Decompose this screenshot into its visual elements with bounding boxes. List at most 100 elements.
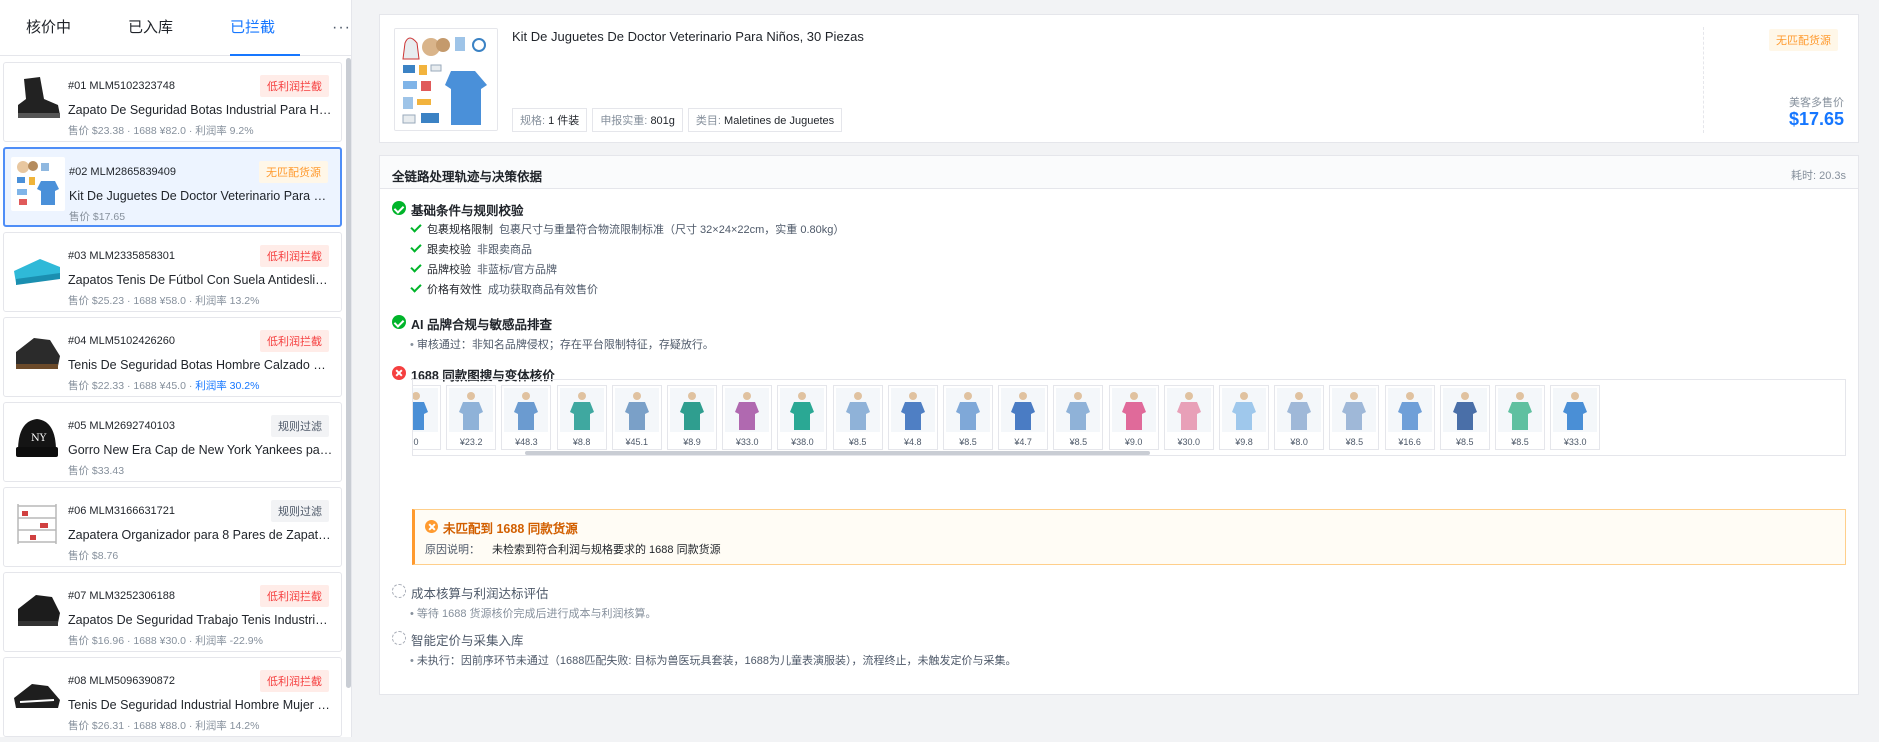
item-id: #07 MLM3252306188 — [68, 590, 176, 602]
candidate-item[interactable]: ¥23.2 — [446, 385, 497, 450]
status-badge: 低利润拦截 — [260, 75, 329, 97]
check-item: 价格有效性 成功获取商品有效售价 — [410, 281, 844, 301]
list-item[interactable]: #03 MLM2335858301 低利润拦截 Zapatos Tenis De… — [3, 232, 342, 312]
status-badge: 规则过滤 — [271, 415, 329, 437]
divider — [1703, 27, 1704, 133]
list-item[interactable]: #08 MLM5096390872 低利润拦截 Tenis De Segurid… — [3, 657, 342, 737]
candidate-image — [1553, 388, 1598, 432]
candidate-image — [1056, 388, 1101, 432]
item-meta: 售价 $33.43 — [68, 465, 125, 477]
candidate-price: ¥8.5 — [848, 437, 867, 447]
candidate-item[interactable]: ¥4.7 — [998, 385, 1049, 450]
candidate-item[interactable]: ¥16.6 — [1384, 385, 1435, 450]
candidate-image — [1001, 388, 1046, 432]
candidate-item[interactable]: ¥8.5 — [1495, 385, 1545, 450]
list-item[interactable]: #07 MLM3252306188 低利润拦截 Zapatos De Segur… — [3, 572, 342, 652]
item-meta: 售价 $8.76 — [68, 550, 119, 562]
candidate-strip[interactable]: 0 ¥23.2 ¥48.3 ¥8.8 ¥45.1 ¥8.9 ¥33.0 ¥38.0 ¥8.5 ¥4… — [412, 379, 1846, 456]
item-title: Gorro New Era Cap de New York Yankees pa… — [68, 443, 333, 457]
item-title: Zapatera Organizador para 8 Pares de Zap… — [68, 528, 333, 542]
candidate-item[interactable]: ¥8.5 — [1439, 385, 1490, 450]
candidate-image — [614, 388, 659, 432]
candidate-image — [449, 388, 494, 432]
step-note: 未执行：因前序环节未通过（1688匹配失败: 目标为兽医玩具套装，1688为儿童… — [410, 652, 1017, 668]
product-thumbnail — [10, 496, 64, 550]
step-title: AI 品牌合规与敏感品排查 — [411, 318, 552, 332]
candidate-item[interactable]: ¥8.5 — [832, 385, 883, 450]
check-circle-icon — [392, 201, 406, 215]
status-badge: 无匹配货源 — [1769, 29, 1838, 51]
svg-text:NY: NY — [31, 433, 47, 444]
list-item-selected[interactable]: #02 MLM2865839409 无匹配货源 Kit De Juguetes … — [3, 147, 342, 227]
no-match-alert: 未匹配到 1688 同款货源 原因说明： 未检索到符合利润与规格要求的 1688 … — [412, 509, 1846, 565]
check-item: 跟卖校验 非跟卖商品 — [410, 241, 844, 261]
candidate-price: ¥8.5 — [1511, 437, 1529, 447]
candidate-item[interactable]: ¥33.0 — [722, 385, 773, 450]
item-id: #01 MLM5102323748 — [68, 80, 176, 92]
more-tabs-icon[interactable]: ··· — [332, 19, 351, 37]
candidate-price: ¥8.9 — [683, 437, 701, 447]
warning-icon — [425, 520, 438, 533]
item-meta: 售价 $23.38 · 1688 ¥82.0 · 利润率 9.2% — [68, 125, 254, 137]
candidate-item[interactable]: ¥48.3 — [501, 385, 552, 450]
item-id: #02 MLM2865839409 — [69, 166, 177, 178]
status-badge: 低利润拦截 — [260, 585, 329, 607]
candidate-item[interactable]: ¥9.8 — [1219, 385, 1269, 450]
status-badge: 规则过滤 — [271, 500, 329, 522]
tab-stored[interactable]: 已入库 (16) — [128, 0, 198, 92]
candidate-item[interactable]: 0 — [413, 385, 441, 450]
candidate-item[interactable]: ¥8.5 — [1053, 385, 1104, 450]
spec-chip: 规格: 1 件装 — [512, 108, 588, 132]
candidate-item[interactable]: ¥33.0 — [1550, 385, 1601, 450]
candidate-image — [946, 388, 990, 432]
candidate-item[interactable]: ¥9.0 — [1108, 385, 1159, 450]
list-item[interactable]: NY #05 MLM2692740103 规则过滤 Gorro New Era … — [3, 402, 342, 482]
candidate-image — [780, 388, 825, 432]
strip-scrollbar[interactable] — [525, 451, 1150, 455]
product-list: #01 MLM5102323748 低利润拦截 Zapato De Seguri… — [0, 60, 344, 742]
tab-pricing[interactable]: 核价中 (12) — [26, 0, 96, 92]
candidate-item[interactable]: ¥8.8 — [556, 385, 607, 450]
left-panel: 核价中 (12) 已入库 (16) 已拦截 (66) ··· #01 MLM51… — [0, 0, 352, 737]
weight-chip: 申报实重: 801g — [592, 108, 683, 132]
list-item[interactable]: #01 MLM5102323748 低利润拦截 Zapato De Seguri… — [3, 62, 342, 142]
candidate-item[interactable]: ¥38.0 — [777, 385, 828, 450]
candidate-image — [1222, 388, 1266, 432]
item-meta: 售价 $25.23 · 1688 ¥58.0 · 利润率 13.2% — [68, 295, 260, 307]
tab-blocked[interactable]: 已拦截 (66) — [230, 0, 300, 92]
step-note: 审核通过：非知名品牌侵权；存在平台限制特征，存疑放行。 — [410, 336, 714, 352]
item-id: #05 MLM2692740103 — [68, 420, 176, 432]
detail-panel: Kit De Juguetes De Doctor Veterinario Pa… — [366, 0, 1879, 737]
candidate-image — [1498, 388, 1542, 432]
candidate-image — [1442, 388, 1487, 432]
list-scrollbar[interactable] — [346, 58, 351, 688]
item-id: #06 MLM3166631721 — [68, 505, 176, 517]
candidate-item[interactable]: ¥8.0 — [1274, 385, 1325, 450]
candidate-item[interactable]: ¥8.5 — [1329, 385, 1380, 450]
list-item[interactable]: #06 MLM3166631721 规则过滤 Zapatera Organiza… — [3, 487, 342, 567]
candidate-item[interactable]: ¥8.5 — [943, 385, 993, 450]
trace-card: 全链路处理轨迹与决策依据 耗时: 20.3s 基础条件与规则校验 包裹规格限制包… — [379, 155, 1859, 695]
candidate-image — [835, 388, 880, 432]
candidate-image — [1277, 388, 1322, 432]
list-item[interactable]: #04 MLM5102426260 低利润拦截 Tenis De Segurid… — [3, 317, 342, 397]
product-thumbnail — [10, 71, 64, 125]
alert-reason: 原因说明： 未检索到符合利润与规格要求的 1688 同款货源 — [425, 544, 721, 556]
alert-title: 未匹配到 1688 同款货源 — [443, 522, 578, 536]
product-image — [394, 28, 498, 131]
candidate-price: ¥4.8 — [904, 437, 922, 447]
pending-icon — [392, 631, 406, 645]
candidate-image — [1111, 388, 1156, 432]
pending-icon — [392, 584, 406, 598]
candidate-item[interactable]: ¥4.8 — [887, 385, 938, 450]
item-meta: 售价 $16.96 · 1688 ¥30.0 · 利润率 -22.9% — [68, 635, 263, 647]
status-tabs: 核价中 (12) 已入库 (16) 已拦截 (66) ··· — [0, 0, 351, 92]
candidate-item[interactable]: ¥45.1 — [611, 385, 662, 450]
candidate-item[interactable]: ¥30.0 — [1163, 385, 1214, 450]
candidate-price: ¥16.6 — [1398, 437, 1421, 447]
candidate-price: ¥4.7 — [1014, 437, 1032, 447]
item-title: Tenis De Seguridad Industrial Hombre Muj… — [68, 698, 333, 712]
candidate-price: ¥30.0 — [1177, 437, 1201, 447]
candidate-item[interactable]: ¥8.9 — [667, 385, 717, 450]
status-badge: 低利润拦截 — [260, 245, 329, 267]
